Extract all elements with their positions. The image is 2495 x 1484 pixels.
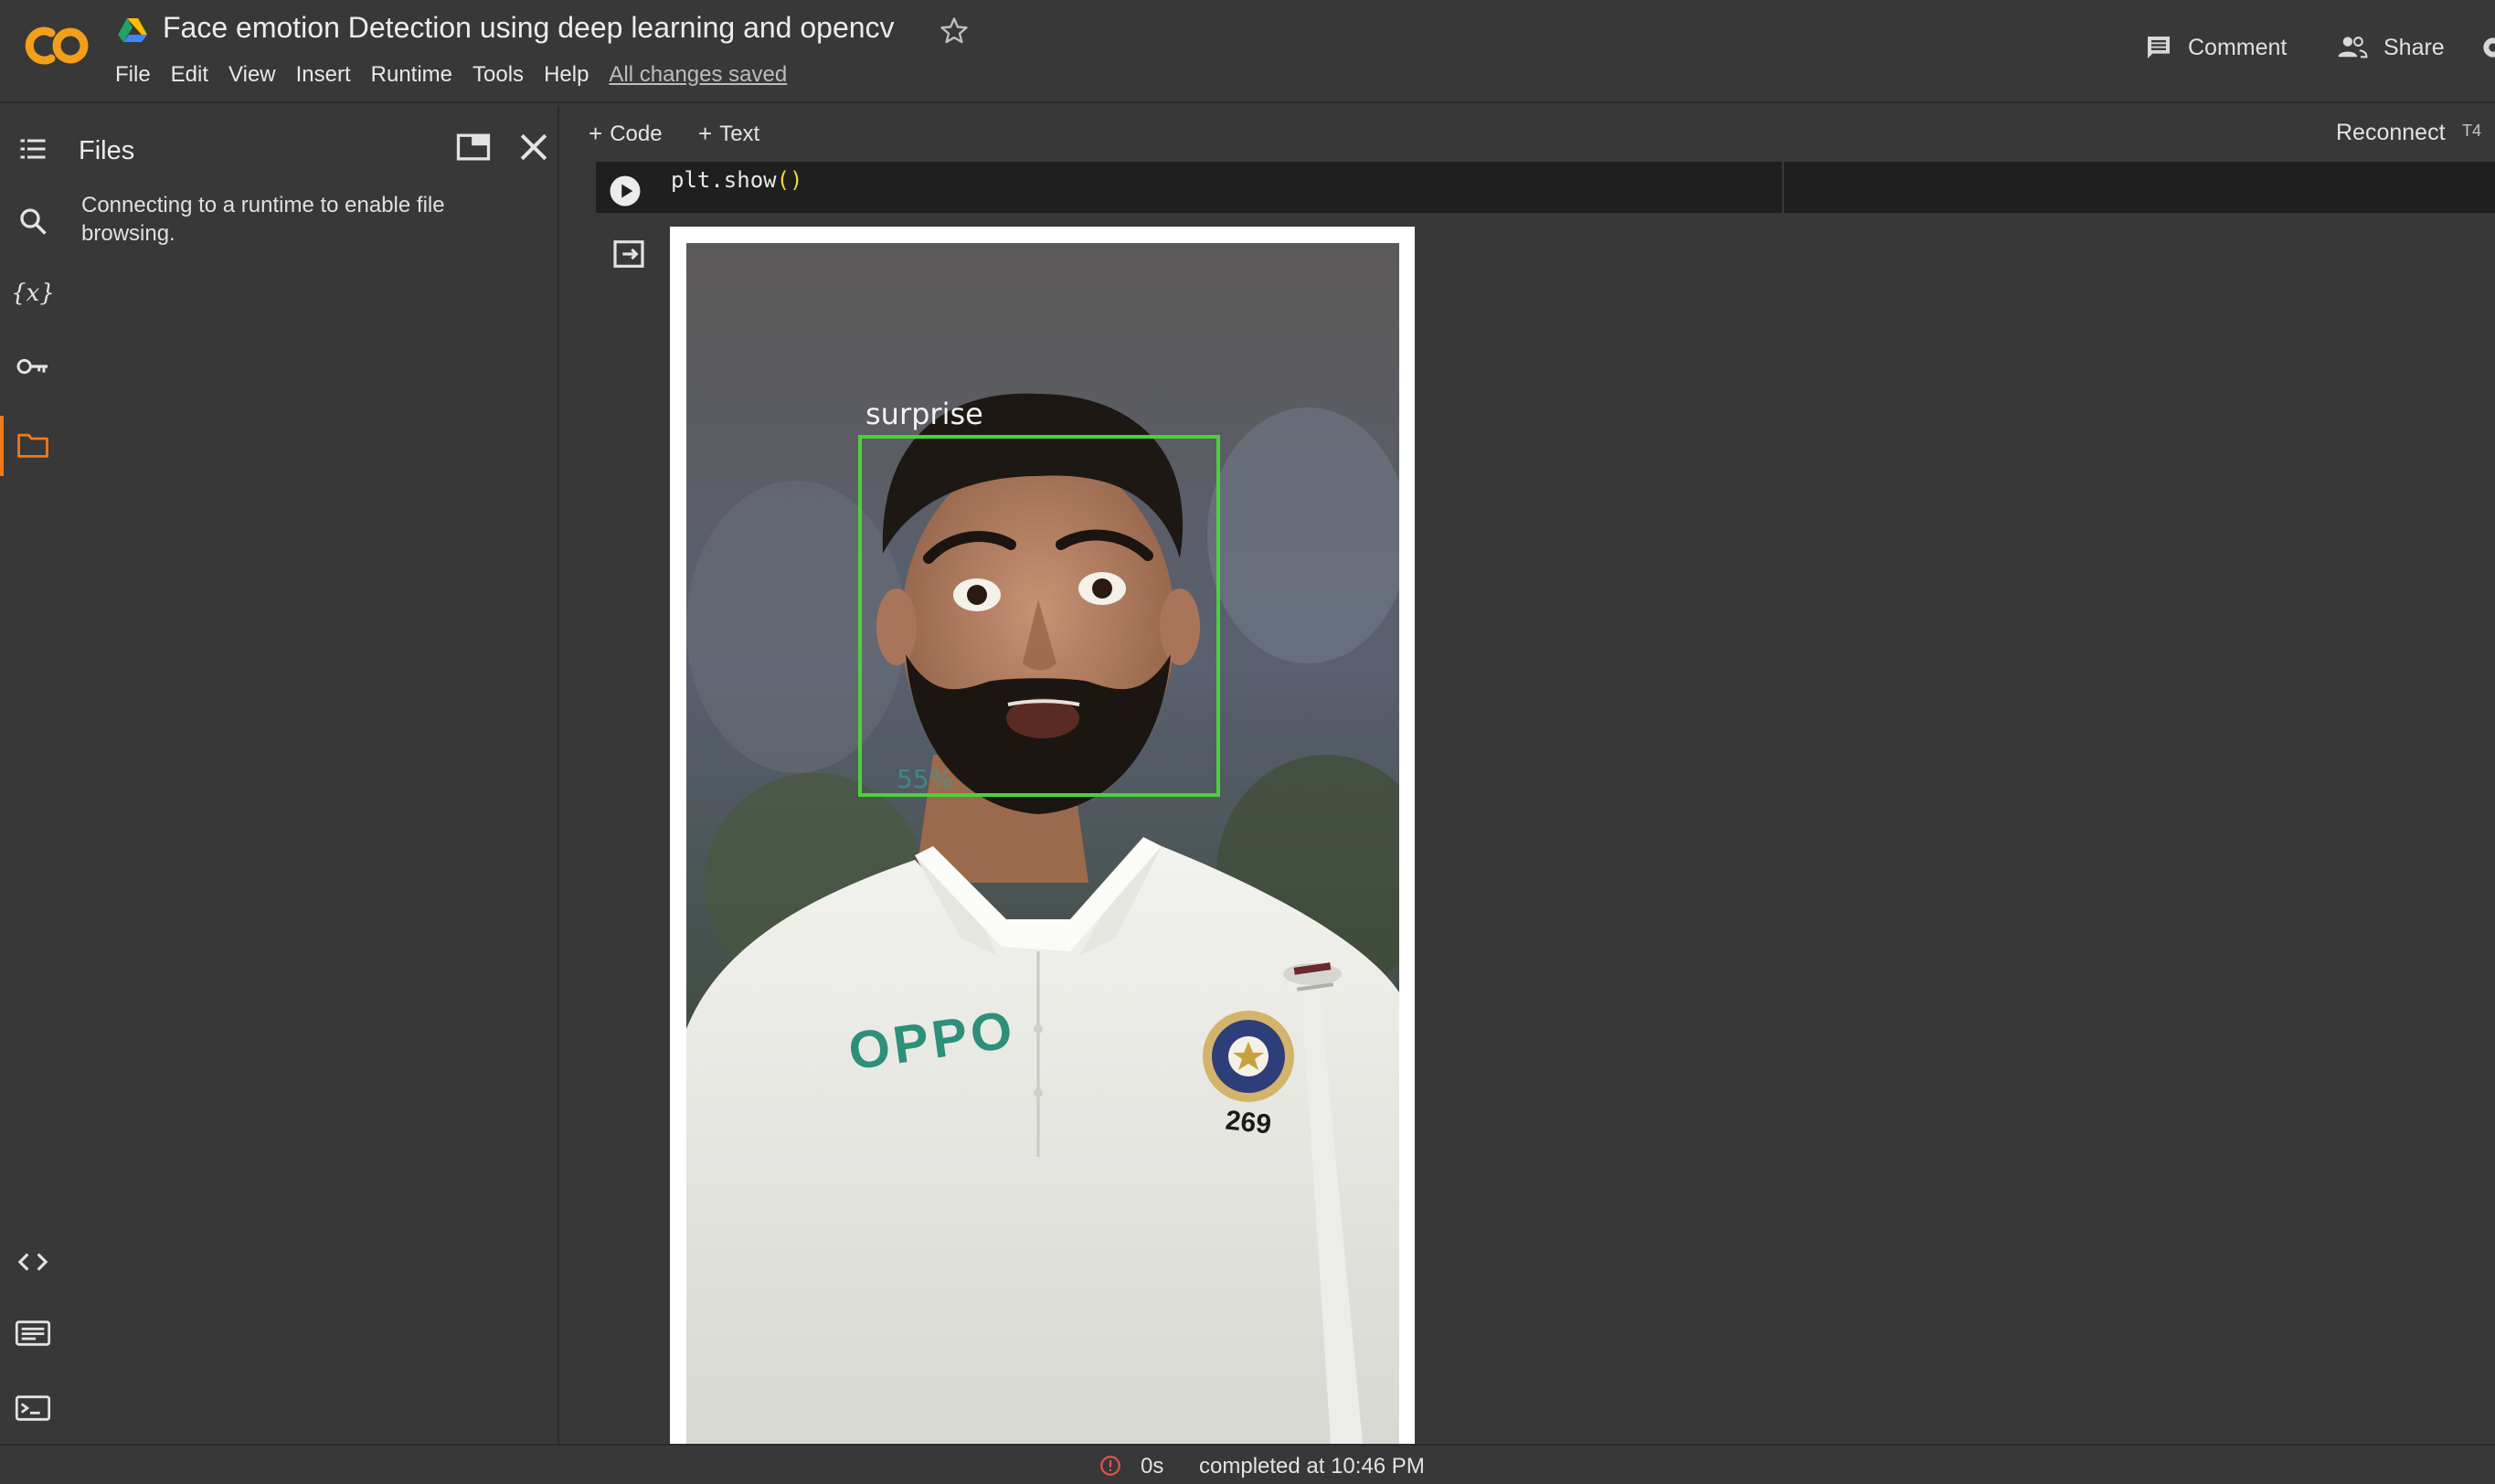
comment-label: Comment [2188,34,2288,60]
reconnect-button[interactable]: Reconnect [2336,120,2446,146]
colab-window: Face emotion Detection using deep learni… [0,0,2495,1484]
plus-icon: + [589,120,603,147]
code-snippets-icon[interactable] [13,1242,53,1282]
code-cell[interactable]: plt.show() [596,162,2495,213]
code-call: plt.show [671,167,777,193]
search-icon[interactable] [13,201,53,241]
add-text-button[interactable]: + Text [698,120,759,148]
active-indicator [0,416,4,476]
menu-help[interactable]: Help [544,62,589,88]
error-icon[interactable] [1099,1454,1122,1478]
code-parens: () [776,167,803,193]
cell-divider [1782,162,1784,213]
add-code-button[interactable]: + Code [589,120,663,148]
plus-icon: + [698,120,713,147]
runtime-type-badge: T4 [2462,122,2482,140]
add-code-label: Code [610,121,663,146]
variables-icon[interactable]: {x} [13,273,53,313]
menu-runtime[interactable]: Runtime [371,62,452,88]
comment-button[interactable]: Comment [2144,33,2287,62]
execution-duration: 0s [1141,1454,1164,1479]
confidence-label: 55% [897,764,953,794]
command-palette-icon[interactable] [13,1313,53,1353]
status-bar: 0s completed at 10:46 PM [0,1444,2495,1484]
terminal-icon[interactable] [13,1388,53,1428]
cell-output-image: OPPO 269 surprise 55% [670,227,1415,1444]
table-of-contents-icon[interactable] [13,129,53,169]
header: Face emotion Detection using deep learni… [0,0,2495,103]
menu-insert[interactable]: Insert [296,62,351,88]
open-in-new-tab-icon[interactable] [453,127,494,167]
jersey-number: 269 [1224,1105,1272,1140]
files-panel-title: Files [79,136,135,165]
notebook-title[interactable]: Face emotion Detection using deep learni… [163,11,895,45]
gear-icon[interactable] [2479,33,2495,62]
code-editor[interactable]: plt.show() [671,167,803,193]
detection-image: OPPO 269 surprise 55% [686,243,1399,1444]
files-status-message: Connecting to a runtime to enable file b… [81,193,445,246]
execution-completed-time: completed at 10:46 PM [1199,1454,1425,1479]
notebook-toolbar: + Code + Text Reconnect T4 [561,105,2495,162]
add-text-label: Text [719,121,760,146]
menu-file[interactable]: File [115,62,151,88]
svg-text:{x}: {x} [13,280,53,307]
side-rail: {x} [0,105,66,1444]
menu-tools[interactable]: Tools [472,62,524,88]
output-actions-icon[interactable] [610,236,647,272]
close-icon[interactable] [514,127,554,167]
share-button[interactable]: Share [2336,33,2445,62]
emotion-label: surprise [865,397,983,431]
key-icon[interactable] [13,346,53,387]
comment-icon [2148,37,2170,58]
people-icon [2338,37,2368,58]
menu-bar: File Edit View Insert Runtime Tools Help… [115,62,807,88]
menu-view[interactable]: View [228,62,276,88]
run-cell-button[interactable] [609,175,642,207]
colab-logo[interactable] [20,24,93,68]
saved-status[interactable]: All changes saved [609,62,787,88]
drive-icon [118,18,147,42]
menu-edit[interactable]: Edit [171,62,208,88]
share-label: Share [2384,34,2445,60]
files-panel: Files Connecting to a runtime to enable … [66,105,559,1444]
star-icon[interactable] [938,15,971,48]
folder-icon[interactable] [13,425,53,465]
